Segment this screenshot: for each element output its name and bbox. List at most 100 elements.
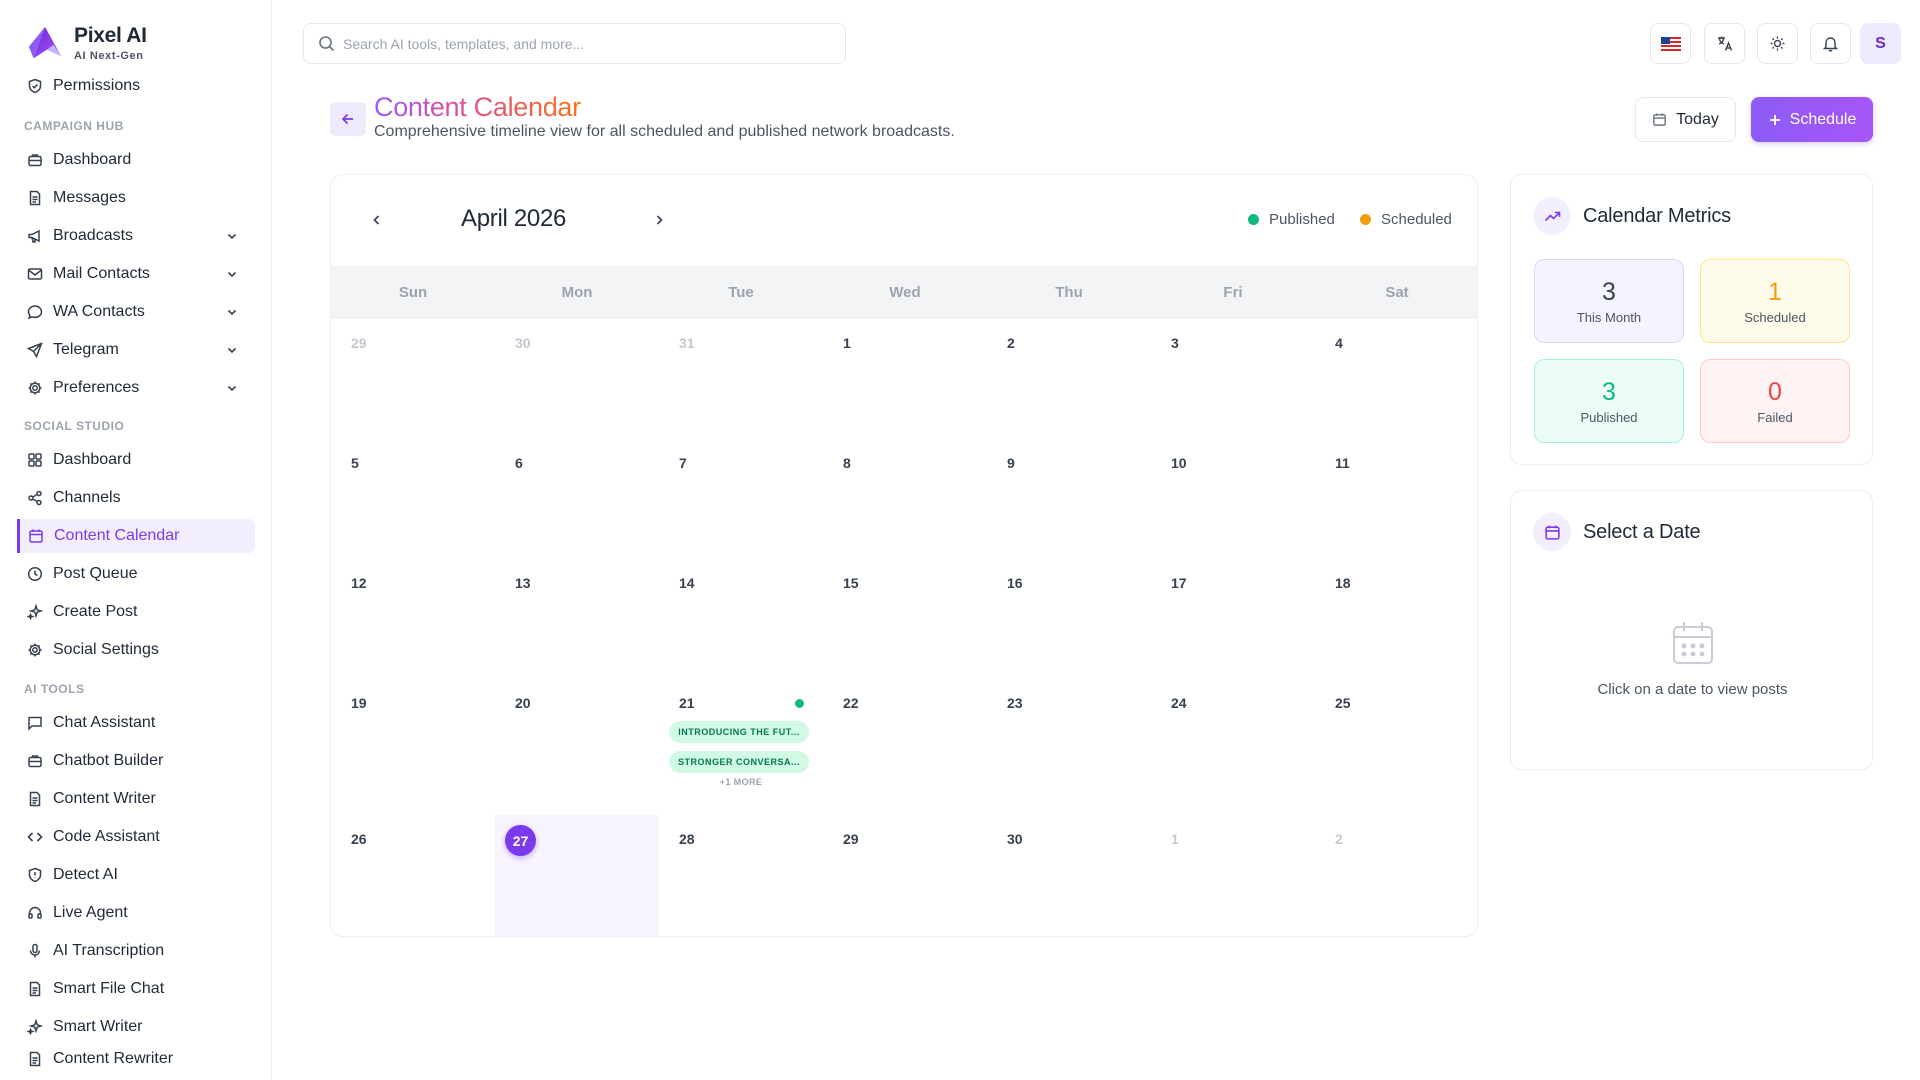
calendar-day-cell[interactable]: 18 bbox=[1315, 559, 1477, 679]
day-number: 2 bbox=[1335, 831, 1343, 847]
user-avatar[interactable]: S bbox=[1860, 23, 1901, 64]
sidebar-item-content-rewriter[interactable]: Content Rewriter bbox=[17, 1042, 255, 1076]
calendar-day-cell[interactable]: 19 bbox=[331, 679, 495, 815]
calendar-day-cell[interactable]: 27 bbox=[495, 815, 659, 936]
calendar-icon bbox=[1653, 113, 1666, 126]
calendar-day-cell[interactable]: 2 bbox=[987, 319, 1151, 439]
sidebar-item-label: Post Queue bbox=[53, 565, 138, 582]
calendar-day-cell[interactable]: 7 bbox=[659, 439, 823, 559]
back-button[interactable] bbox=[330, 102, 366, 136]
sidebar-item-smart-file-chat[interactable]: Smart File Chat bbox=[17, 972, 255, 1006]
chevron-down-icon[interactable] bbox=[225, 381, 239, 395]
calendar-day-cell[interactable]: 29 bbox=[331, 319, 495, 439]
calendar-day-cell[interactable]: 6 bbox=[495, 439, 659, 559]
calendar-day-cell[interactable]: 3 bbox=[1151, 319, 1315, 439]
calendar-day-cell[interactable]: 21 INTRODUCING THE FUT... STRONGER CONVERS… bbox=[659, 679, 823, 815]
chevron-down-icon[interactable] bbox=[225, 267, 239, 281]
day-number: 22 bbox=[843, 695, 859, 711]
sidebar-item-social-dashboard[interactable]: Dashboard bbox=[17, 443, 255, 477]
briefcase-icon bbox=[28, 755, 42, 768]
calendar-day-cell[interactable]: 20 bbox=[495, 679, 659, 815]
schedule-button[interactable]: Schedule bbox=[1751, 97, 1873, 142]
calendar-day-cell[interactable]: 4 bbox=[1315, 319, 1477, 439]
sidebar-item-chatbot-builder[interactable]: Chatbot Builder bbox=[17, 744, 255, 778]
chevron-down-icon[interactable] bbox=[225, 343, 239, 357]
calendar-day-cell[interactable]: 31 bbox=[659, 319, 823, 439]
sun-icon bbox=[1770, 36, 1785, 51]
more-events-link[interactable]: +1 MORE bbox=[659, 777, 823, 787]
calendar-empty-icon bbox=[1673, 622, 1713, 664]
metric-published: 3 Published bbox=[1534, 359, 1684, 443]
sidebar-item-create-post[interactable]: Create Post bbox=[17, 595, 255, 629]
calendar-day-cell[interactable]: 11 bbox=[1315, 439, 1477, 559]
day-number: 28 bbox=[679, 831, 695, 847]
theme-toggle-button[interactable] bbox=[1757, 23, 1798, 64]
calendar-day-cell[interactable]: 23 bbox=[987, 679, 1151, 815]
sidebar-item-channels[interactable]: Channels bbox=[17, 481, 255, 515]
sidebar-item-label: Content Writer bbox=[53, 790, 156, 807]
sidebar-item-detect-ai[interactable]: Detect AI bbox=[17, 858, 255, 892]
calendar-day-cell[interactable]: 24 bbox=[1151, 679, 1315, 815]
sidebar-item-ai-transcription[interactable]: AI Transcription bbox=[17, 934, 255, 968]
sidebar-item-live-agent[interactable]: Live Agent bbox=[17, 896, 255, 930]
calendar-day-cell[interactable]: 12 bbox=[331, 559, 495, 679]
prev-month-button[interactable] bbox=[365, 208, 389, 232]
calendar-day-cell[interactable]: 14 bbox=[659, 559, 823, 679]
calendar-event-chip[interactable]: INTRODUCING THE FUT... bbox=[669, 721, 809, 743]
calendar-day-cell[interactable]: 28 bbox=[659, 815, 823, 936]
sidebar-item-label: Smart Writer bbox=[53, 1018, 143, 1035]
calendar-day-cell[interactable]: 30 bbox=[495, 319, 659, 439]
sidebar-item-telegram[interactable]: Telegram bbox=[17, 333, 255, 367]
brand[interactable]: Pixel AI AI Next-Gen bbox=[26, 24, 147, 62]
sidebar-item-smart-writer[interactable]: Smart Writer bbox=[17, 1010, 255, 1044]
sidebar-item-post-queue[interactable]: Post Queue bbox=[17, 557, 255, 591]
chat-bubble-icon bbox=[27, 305, 43, 320]
calendar-day-cell[interactable]: 10 bbox=[1151, 439, 1315, 559]
today-button[interactable]: Today bbox=[1635, 97, 1736, 142]
sidebar-item-chat-assistant[interactable]: Chat Assistant bbox=[17, 706, 255, 740]
calendar-card: April 2026 Published Scheduled Sun Mon Tue… bbox=[330, 174, 1478, 937]
calendar-day-cell[interactable]: 26 bbox=[331, 815, 495, 936]
translate-button[interactable] bbox=[1704, 23, 1745, 64]
calendar-day-cell[interactable]: 13 bbox=[495, 559, 659, 679]
calendar-day-cell[interactable]: 9 bbox=[987, 439, 1151, 559]
headset-icon bbox=[28, 906, 42, 919]
sidebar-item-wa-contacts[interactable]: WA Contacts bbox=[17, 295, 255, 329]
calendar-day-cell[interactable]: 25 bbox=[1315, 679, 1477, 815]
sidebar-item-preferences[interactable]: Preferences bbox=[17, 371, 255, 405]
search-input[interactable] bbox=[343, 35, 823, 52]
calendar-day-cell[interactable]: 1 bbox=[1151, 815, 1315, 936]
sidebar-item-content-writer[interactable]: Content Writer bbox=[17, 782, 255, 816]
sidebar-item-permissions[interactable]: Permissions bbox=[17, 69, 255, 103]
calendar-day-cell[interactable]: 22 bbox=[823, 679, 987, 815]
sidebar-item-social-settings[interactable]: Social Settings bbox=[17, 633, 255, 667]
calendar-day-cell[interactable]: 16 bbox=[987, 559, 1151, 679]
calendar-day-cell[interactable]: 2 bbox=[1315, 815, 1477, 936]
calendar-day-cell[interactable]: 5 bbox=[331, 439, 495, 559]
sidebar-item-messages[interactable]: Messages bbox=[17, 181, 255, 215]
chevron-down-icon[interactable] bbox=[225, 229, 239, 243]
calendar-day-cell[interactable]: 29 bbox=[823, 815, 987, 936]
search-bar[interactable] bbox=[303, 23, 846, 64]
calendar-day-cell[interactable]: 17 bbox=[1151, 559, 1315, 679]
language-flag-button[interactable] bbox=[1650, 23, 1691, 64]
document-icon bbox=[29, 791, 41, 807]
calendar-event-chip[interactable]: STRONGER CONVERSA... bbox=[669, 751, 809, 773]
calendar-icon bbox=[1533, 513, 1571, 551]
gear-icon bbox=[28, 643, 42, 657]
sidebar-item-label: Code Assistant bbox=[53, 828, 160, 845]
sidebar-item-code-assistant[interactable]: Code Assistant bbox=[17, 820, 255, 854]
next-month-button[interactable] bbox=[647, 208, 671, 232]
calendar-day-cell[interactable]: 8 bbox=[823, 439, 987, 559]
sidebar-item-campaign-dashboard[interactable]: Dashboard bbox=[17, 143, 255, 177]
calendar-day-cell[interactable]: 30 bbox=[987, 815, 1151, 936]
calendar-day-cell[interactable]: 15 bbox=[823, 559, 987, 679]
notifications-button[interactable] bbox=[1810, 23, 1851, 64]
sidebar-item-mail-contacts[interactable]: Mail Contacts bbox=[17, 257, 255, 291]
document-icon bbox=[29, 981, 41, 997]
sparkles-icon bbox=[27, 604, 43, 620]
calendar-day-cell[interactable]: 1 bbox=[823, 319, 987, 439]
sidebar-item-content-calendar[interactable]: Content Calendar bbox=[17, 519, 255, 553]
sidebar-item-broadcasts[interactable]: Broadcasts bbox=[17, 219, 255, 253]
chevron-down-icon[interactable] bbox=[225, 305, 239, 319]
